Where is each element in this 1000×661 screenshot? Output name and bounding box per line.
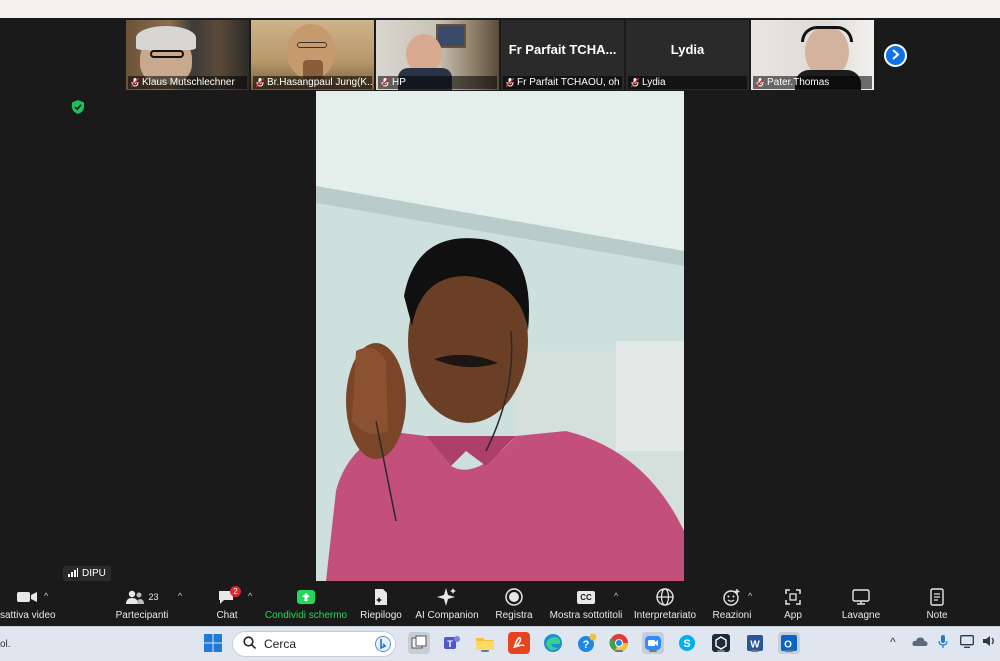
chevron-right-icon — [891, 47, 900, 65]
participant-name: Lydia — [628, 76, 747, 89]
search-icon — [243, 636, 257, 652]
svg-text:O: O — [784, 640, 792, 651]
apps-button[interactable]: App — [776, 586, 810, 621]
task-view-icon[interactable] — [408, 632, 430, 654]
participants-options-caret[interactable]: ^ — [178, 591, 182, 601]
onedrive-cloud-icon[interactable] — [912, 635, 928, 650]
windows-start-button[interactable] — [202, 632, 224, 654]
svg-text:T: T — [447, 639, 453, 649]
reactions-options-caret[interactable]: ^ — [748, 591, 752, 601]
record-button[interactable]: Registra — [492, 586, 536, 621]
participant-tile[interactable]: Klaus Mutschlechner — [126, 20, 249, 90]
skype-icon[interactable]: S — [676, 632, 698, 654]
participant-strip: Klaus Mutschlechner Br.Hasangpaul Jung(K… — [126, 20, 874, 90]
participant-name: Br.Hasangpaul Jung(K... — [253, 76, 372, 89]
ai-companion-button[interactable]: AI Companion — [414, 586, 480, 621]
chevron-up-icon[interactable]: ^ — [890, 635, 896, 649]
active-speaker-video — [316, 91, 684, 581]
muted-mic-icon — [506, 77, 514, 88]
captions-button[interactable]: CC Mostra sottotitoli — [548, 586, 624, 621]
participant-tile[interactable]: HP — [376, 20, 499, 90]
summary-document-icon — [358, 586, 404, 608]
participant-tile[interactable]: Br.Hasangpaul Jung(K... — [251, 20, 374, 90]
security-shield-icon[interactable] — [72, 100, 84, 119]
display-icon[interactable] — [960, 635, 974, 651]
video-options-caret[interactable]: ^ — [44, 591, 48, 601]
muted-mic-icon — [131, 77, 139, 88]
participant-tile[interactable]: Pater.Thomas — [751, 20, 874, 90]
help-app-icon[interactable]: ? — [576, 632, 598, 654]
participant-name: Klaus Mutschlechner — [128, 76, 247, 89]
cube-app-icon[interactable] — [710, 632, 732, 654]
participants-button[interactable]: 23 Partecipanti — [112, 586, 172, 621]
globe-icon — [632, 586, 698, 608]
record-icon — [492, 586, 536, 608]
participant-display-name: Fr Parfait TCHA... — [508, 42, 617, 57]
apps-icon — [776, 586, 810, 608]
chat-unread-badge: 2 — [230, 586, 241, 597]
participant-display-name: Lydia — [670, 42, 705, 57]
meeting-stage: Klaus Mutschlechner Br.Hasangpaul Jung(K… — [0, 18, 1000, 584]
active-speaker-label: DIPU — [63, 566, 111, 581]
svg-text:?: ? — [583, 639, 590, 651]
muted-mic-icon — [256, 77, 264, 88]
chrome-browser-icon[interactable] — [608, 632, 630, 654]
share-screen-button[interactable]: Condividi schermo — [264, 586, 348, 621]
notes-icon — [920, 586, 954, 608]
word-icon[interactable]: W — [744, 632, 766, 654]
whiteboard-icon — [838, 586, 884, 608]
svg-text:S: S — [683, 638, 690, 650]
bing-icon — [375, 636, 391, 655]
svg-text:W: W — [750, 640, 760, 651]
teams-icon[interactable]: T — [440, 632, 462, 654]
muted-mic-icon — [756, 77, 764, 88]
participants-icon: 23 — [112, 586, 172, 608]
muted-mic-icon — [631, 77, 639, 88]
window-top-strip — [0, 0, 1000, 19]
taskbar-text-fragment: ol. — [0, 639, 11, 650]
next-page-button[interactable] — [884, 44, 907, 67]
outlook-icon[interactable]: O — [778, 632, 800, 654]
chat-options-caret[interactable]: ^ — [248, 591, 252, 601]
summary-button[interactable]: Riepilogo — [358, 586, 404, 621]
signal-bars-icon — [68, 567, 78, 580]
pdf-app-icon[interactable] — [508, 632, 530, 654]
zoom-app-icon[interactable] — [642, 632, 664, 654]
chat-button[interactable]: 2 Chat — [210, 586, 244, 621]
participant-name: HP — [378, 76, 497, 89]
participant-tile[interactable]: Lydia Lydia — [626, 20, 749, 90]
participant-tile[interactable]: Fr Parfait TCHA... Fr Parfait TCHAOU, oh — [501, 20, 624, 90]
captions-icon: CC — [548, 586, 624, 608]
edge-browser-icon[interactable] — [542, 632, 564, 654]
meeting-toolbar: sattiva video ^ 23 Partecipanti ^ 2 Chat… — [0, 584, 1000, 626]
microphone-icon[interactable] — [938, 635, 948, 652]
speaker-volume-icon[interactable] — [982, 635, 996, 650]
taskbar-search-box[interactable]: Cerca — [232, 631, 396, 657]
windows-taskbar: ol. Cerca T ? S W O ^ — [0, 626, 1000, 661]
whiteboards-button[interactable]: Lavagne — [838, 586, 884, 621]
captions-options-caret[interactable]: ^ — [614, 591, 618, 601]
sparkle-icon — [414, 586, 480, 608]
notes-button[interactable]: Note — [920, 586, 954, 621]
participant-name: Fr Parfait TCHAOU, oh — [503, 76, 622, 89]
interpretation-button[interactable]: Interpretariato — [632, 586, 698, 621]
participant-name: Pater.Thomas — [753, 76, 872, 89]
file-explorer-icon[interactable] — [474, 632, 496, 654]
share-screen-icon — [264, 586, 348, 608]
muted-mic-icon — [381, 77, 389, 88]
